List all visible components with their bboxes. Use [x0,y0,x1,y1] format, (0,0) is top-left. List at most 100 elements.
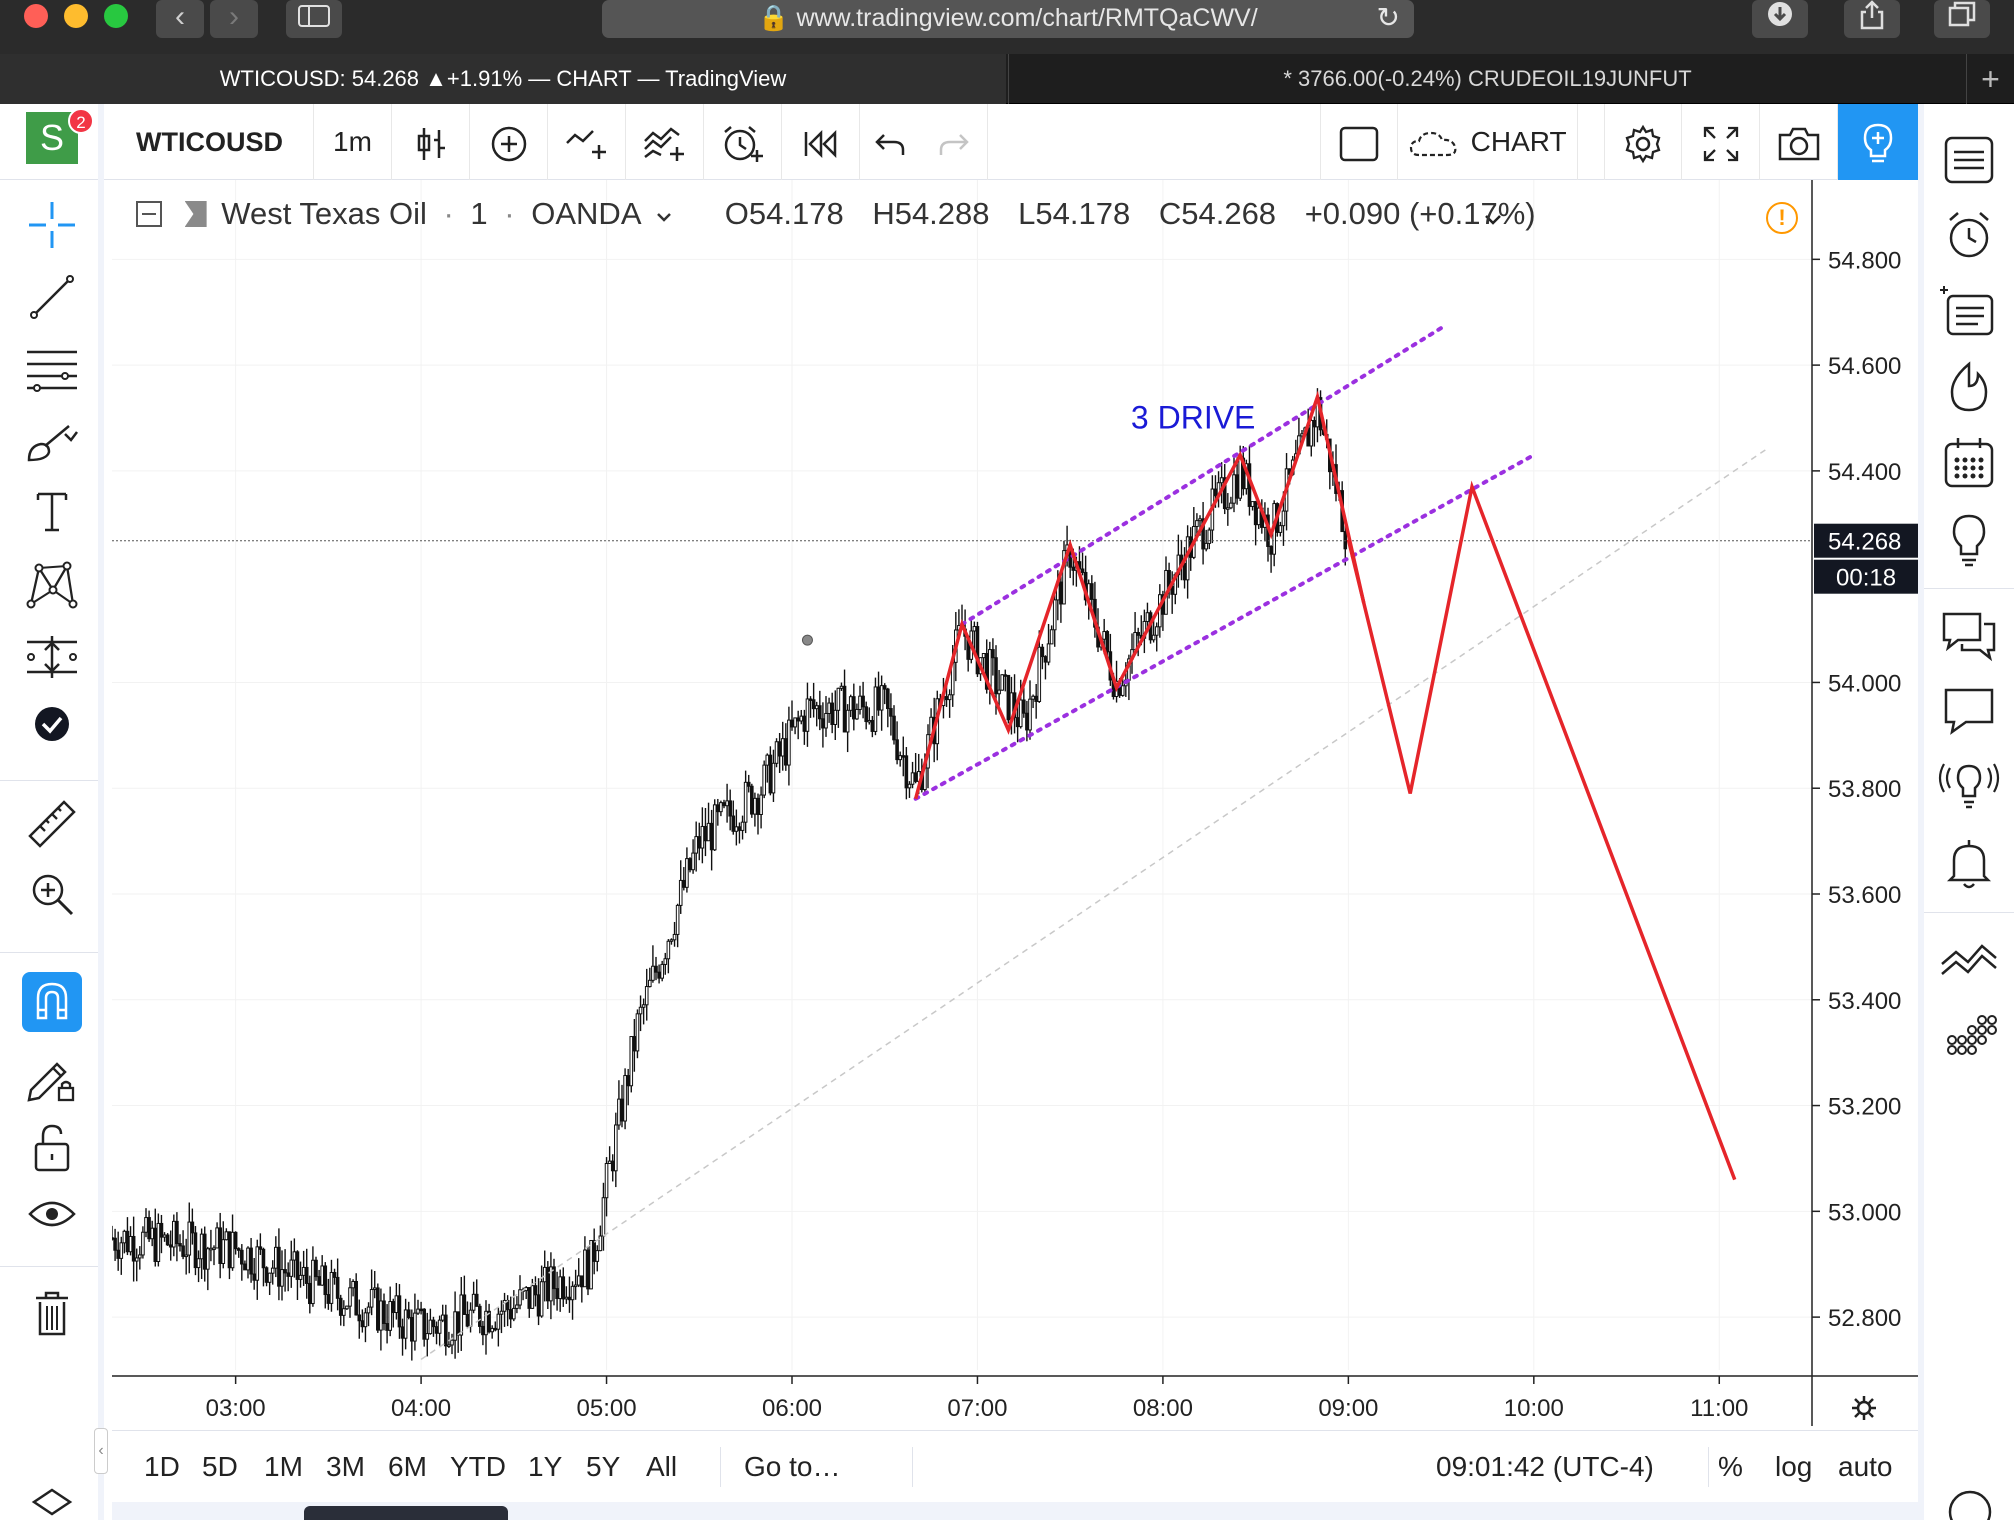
brush-tool[interactable] [22,416,82,476]
prediction-tool[interactable] [22,632,82,692]
range-5d[interactable]: 5D [202,1431,238,1503]
publish-idea-button[interactable] [1838,104,1918,180]
fib-retracement-tool[interactable] [22,344,82,404]
candle-body [864,706,868,723]
more-widgets-button[interactable] [1946,1484,1994,1520]
collapse-legend-icon[interactable] [136,201,162,227]
candle [808,696,813,718]
alerts-button[interactable] [1938,204,2000,266]
maximize-window-button[interactable] [104,4,128,28]
fullscreen-button[interactable] [1682,104,1760,180]
auto-scale-toggle[interactable]: auto [1838,1431,1893,1503]
interval-selector[interactable]: 1m [314,104,392,180]
candle [861,681,865,719]
snapshot-button[interactable] [1760,104,1838,180]
minimize-window-button[interactable] [64,4,88,28]
tabs-overview-button[interactable] [1934,0,1990,38]
price-chart[interactable]: 3 DRIVE 54.800 54.600 54.400 54.000 53.800 53.… [112,180,1918,1430]
hotlists-button[interactable] [1938,356,2000,418]
range-3m[interactable]: 3M [326,1431,365,1503]
forward-button[interactable]: › [210,0,258,38]
alert-button[interactable] [704,104,782,180]
data-window-button[interactable] [1938,280,2000,342]
object-tree-tool[interactable] [30,1486,74,1520]
templates-button[interactable] [626,104,704,180]
indicators-button[interactable] [548,104,626,180]
user-menu[interactable]: S 2 [0,104,104,180]
range-1y[interactable]: 1Y [528,1431,562,1503]
replay-button[interactable] [782,104,860,180]
candle-body [536,1294,541,1317]
layout-menu[interactable]: CHART [1398,104,1578,225]
candle [1250,501,1255,511]
tab-tradingview[interactable]: WTICOUSD: 54.268 ▲+1.91% — CHART — Tradi… [0,54,1006,104]
collapse-toolbar-handle[interactable]: ‹ [94,1428,108,1474]
crosshair-tool[interactable] [22,200,82,260]
tab-crudeoil[interactable]: * 3766.00(-0.24%) CRUDEOIL19JUNFUT [1008,54,1966,104]
hide-drawings-tool[interactable] [22,1194,82,1254]
magnet-mode-toggle[interactable] [22,972,82,1032]
stay-in-drawing-mode-tool[interactable] [22,1050,82,1110]
candle-body [818,705,822,720]
range-ytd[interactable]: YTD [450,1431,506,1503]
symbol-search[interactable]: WTICOUSD [110,104,314,180]
tabs-icon [1948,1,1976,27]
go-to-button[interactable]: Go to… [744,1431,840,1503]
chevron-down-icon[interactable] [656,196,672,232]
redo-button[interactable] [920,104,988,180]
pairs-button[interactable] [1938,930,2000,992]
candle [570,1281,575,1320]
notifications-button[interactable] [1938,832,2000,894]
range-6m[interactable]: 6M [388,1431,427,1503]
back-button[interactable]: ‹ [156,0,204,38]
close-window-button[interactable] [24,4,48,28]
public-chat-button[interactable] [1938,680,2000,742]
watchlist-button[interactable] [1938,128,2000,190]
timezone-clock[interactable]: 09:01:42 (UTC-4) [1436,1431,1654,1503]
compare-button[interactable] [470,104,548,180]
text-tool[interactable] [22,488,82,548]
gear-icon[interactable] [1852,1396,1876,1420]
depth-button[interactable] [1938,1006,2000,1068]
zoom-in-tool[interactable] [22,870,82,930]
fullscreen-layout-button[interactable] [1320,104,1398,180]
chart-style-button[interactable] [392,104,470,180]
range-5y[interactable]: 5Y [586,1431,620,1503]
share-button[interactable] [1844,0,1900,38]
candle [892,705,896,745]
candle-body [134,1257,139,1262]
bottom-panel-tab-active[interactable] [304,1506,508,1520]
candle [620,1084,624,1128]
reload-icon[interactable]: ↻ [1377,0,1400,36]
favorites-tool[interactable] [22,704,82,764]
zoom-in-icon [32,874,74,916]
legend-instrument[interactable]: West Texas Oil [221,196,427,232]
candle [369,1269,374,1316]
new-tab-button[interactable]: + [1966,54,2014,104]
downloads-button[interactable] [1752,0,1808,38]
pattern-tool[interactable] [22,560,82,620]
candle-body [580,1275,584,1288]
trend-line-tool[interactable] [22,272,82,332]
percent-scale-toggle[interactable]: % [1718,1431,1743,1503]
calendar-button[interactable] [1938,432,2000,494]
settings-button[interactable] [1604,104,1682,180]
chats-button[interactable] [1938,604,2000,666]
idea-stream-button[interactable] [1938,756,2000,818]
sidebar-toggle-button[interactable] [286,0,342,38]
chart-pane[interactable]: 3 DRIVE 54.800 54.600 54.400 54.000 53.800 53.… [112,180,1918,1430]
lock-drawings-tool[interactable] [22,1122,82,1182]
range-1d[interactable]: 1D [144,1431,180,1503]
ideas-button[interactable] [1938,508,2000,570]
url-text: www.tradingview.com/chart/RMTQaCWV/ [796,4,1258,32]
measure-tool[interactable] [22,798,82,858]
remove-drawings-tool[interactable] [22,1290,82,1350]
log-scale-toggle[interactable]: log [1775,1431,1812,1503]
range-all[interactable]: All [646,1431,677,1503]
address-bar[interactable]: 🔒 www.tradingview.com/chart/RMTQaCWV/ ↻ [602,0,1414,38]
undo-button[interactable] [860,104,920,180]
candle [610,1154,615,1182]
range-1m[interactable]: 1M [264,1431,303,1503]
warning-icon[interactable]: ! [1766,202,1798,234]
candle [558,1269,562,1312]
